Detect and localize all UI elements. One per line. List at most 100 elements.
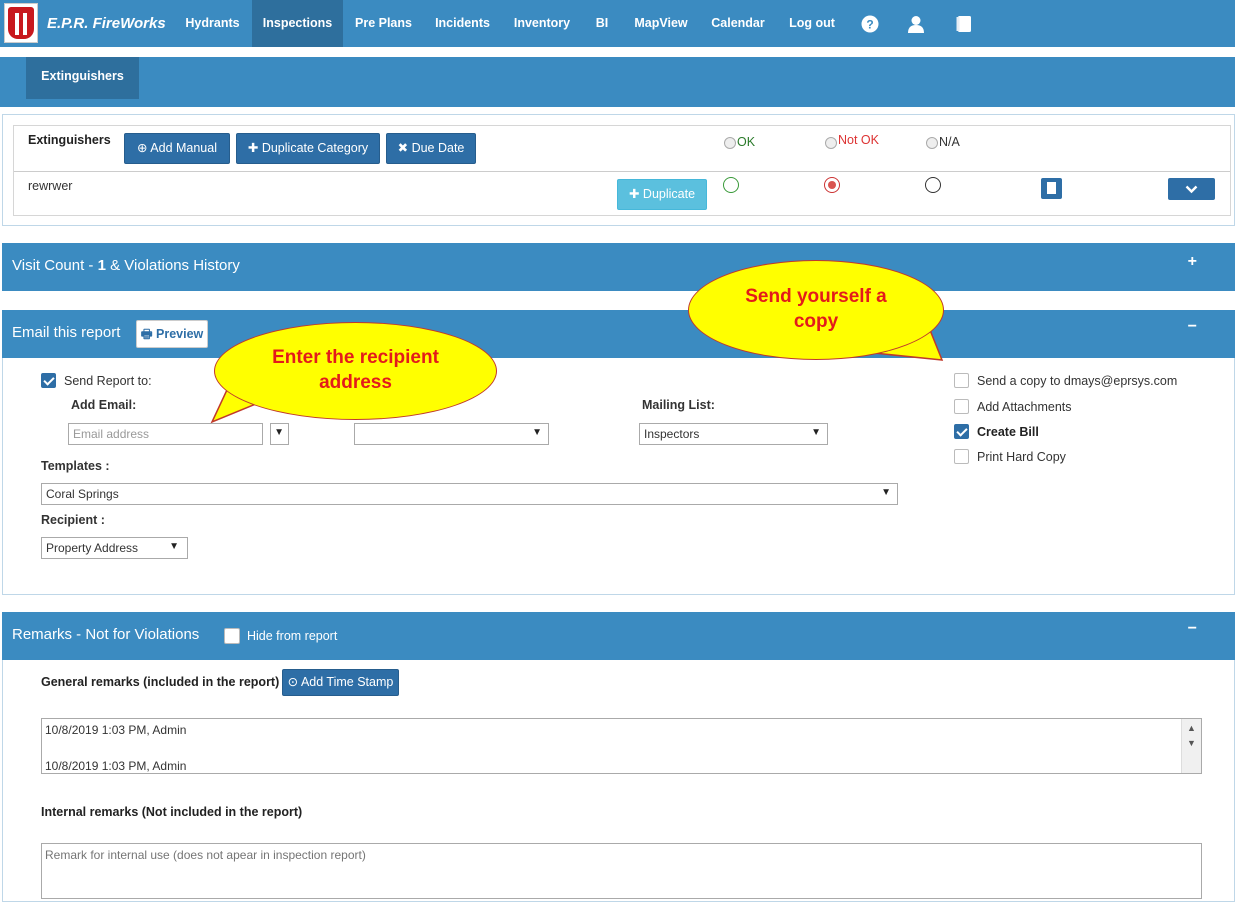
dropdown-arrow-icon: ▼ xyxy=(274,427,284,438)
print-hard-copy-label: Print Hard Copy xyxy=(977,450,1066,464)
preview-button[interactable]: 🖶 Preview xyxy=(136,320,208,348)
send-copy-label: Send a copy to dmays@eprsys.com xyxy=(977,374,1178,388)
chevron-down-icon xyxy=(1185,185,1198,194)
logo-mark xyxy=(8,7,34,39)
row-na-radio[interactable] xyxy=(925,177,941,193)
due-date-button[interactable]: ✖ Due Date xyxy=(386,133,476,164)
clock-icon: ⊙ xyxy=(287,675,299,689)
callout-copy: Send yourself a copy xyxy=(688,260,944,360)
collapse-icon[interactable]: − xyxy=(1188,620,1197,638)
email-report-title: Email this report xyxy=(12,324,121,341)
row-ok-radio[interactable] xyxy=(723,177,739,193)
extinguishers-heading: Extinguishers xyxy=(28,133,111,147)
sub-navbar: Extinguishers xyxy=(0,57,1235,107)
plus-icon: ✚ xyxy=(628,187,640,201)
email-report-panel: Send Report to: Add Email: ▼ ▼ Mailing L… xyxy=(2,358,1235,595)
row-duplicate-button[interactable]: ✚ Duplicate xyxy=(617,179,707,210)
mailing-list-label: Mailing List: xyxy=(642,398,715,412)
na-all-radio[interactable] xyxy=(926,137,938,149)
internal-remarks-label: Internal remarks (Not included in the re… xyxy=(41,805,303,819)
email-report-bar: Email this report 🖶 Preview − xyxy=(2,310,1235,358)
nav-inspections[interactable]: Inspections xyxy=(252,0,343,47)
hide-from-report-checkbox[interactable] xyxy=(224,628,240,644)
general-remarks-textarea[interactable]: 10/8/2019 1:03 PM, Admin 10/8/2019 1:03 … xyxy=(41,718,1202,774)
templates-value: Coral Springs xyxy=(46,487,119,501)
close-icon: ✖ xyxy=(397,141,409,155)
dropdown-arrow-icon: ▼ xyxy=(169,541,179,552)
na-column-label: N/A xyxy=(939,135,960,149)
user-icon[interactable] xyxy=(907,15,925,33)
expand-icon[interactable]: + xyxy=(1188,253,1197,271)
top-navbar: E.P.R. FireWorks Hydrants Inspections Pr… xyxy=(0,0,1235,47)
printer-icon: 🖶 xyxy=(140,327,153,341)
help-icon[interactable]: ? xyxy=(861,15,879,33)
visit-count-prefix: Visit Count - xyxy=(12,257,98,274)
nav-logout[interactable]: Log out xyxy=(777,0,847,47)
extinguisher-row-name: rewrwer xyxy=(28,179,73,193)
nav-hydrants[interactable]: Hydrants xyxy=(176,0,249,47)
extinguishers-panel: Extinguishers ⊕ Add Manual ✚ Duplicate C… xyxy=(2,114,1235,226)
row-divider xyxy=(14,171,1230,172)
email-address-input[interactable] xyxy=(68,423,263,445)
row-duplicate-label: Duplicate xyxy=(642,187,696,201)
create-bill-label: Create Bill xyxy=(977,425,1039,439)
send-report-checkbox[interactable] xyxy=(41,373,56,388)
create-bill-checkbox[interactable] xyxy=(954,424,969,439)
ok-column-label: OK xyxy=(737,135,756,149)
scroll-up-icon[interactable]: ▲ xyxy=(1187,723,1196,733)
add-attachments-checkbox[interactable] xyxy=(954,399,969,414)
dropdown-arrow-icon: ▼ xyxy=(811,427,821,438)
visit-count-value: 1 xyxy=(97,257,106,274)
due-date-label: Due Date xyxy=(411,141,465,155)
secondary-dropdown[interactable]: ▼ xyxy=(354,423,549,445)
templates-label: Templates : xyxy=(41,459,110,473)
mailing-list-select[interactable]: Inspectors ▼ xyxy=(639,423,828,445)
remark-line: 10/8/2019 1:03 PM, Admin xyxy=(45,759,187,773)
hide-from-report-label: Hide from report xyxy=(247,629,338,643)
dropdown-arrow-icon: ▼ xyxy=(881,487,891,498)
visit-count-bar[interactable]: Visit Count - 1 & Violations History + xyxy=(2,243,1235,291)
templates-select[interactable]: Coral Springs ▼ xyxy=(41,483,898,505)
add-manual-button[interactable]: ⊕ Add Manual xyxy=(124,133,230,164)
scroll-down-icon[interactable]: ▼ xyxy=(1187,738,1196,748)
not-ok-all-radio[interactable] xyxy=(825,137,837,149)
callout-recipient-text: Enter the recipient address xyxy=(272,347,439,393)
not-ok-column-label: Not OK xyxy=(838,133,879,147)
remark-line: 10/8/2019 1:03 PM, Admin xyxy=(45,723,187,737)
document-icon[interactable] xyxy=(1041,178,1062,199)
recipient-label: Recipient : xyxy=(41,513,105,527)
internal-remarks-textarea[interactable] xyxy=(41,843,1202,899)
ok-all-radio[interactable] xyxy=(724,137,736,149)
email-type-dropdown[interactable]: ▼ xyxy=(270,423,289,445)
book-icon[interactable] xyxy=(955,15,973,33)
expand-row-button[interactable] xyxy=(1168,178,1215,200)
nav-pre-plans[interactable]: Pre Plans xyxy=(345,0,422,47)
nav-bi[interactable]: BI xyxy=(583,0,621,47)
extinguishers-table: Extinguishers ⊕ Add Manual ✚ Duplicate C… xyxy=(13,125,1231,216)
nav-calendar[interactable]: Calendar xyxy=(701,0,775,47)
visit-count-title: Visit Count - 1 & Violations History xyxy=(12,257,240,274)
add-attachments-label: Add Attachments xyxy=(977,400,1072,414)
brand-name[interactable]: E.P.R. FireWorks xyxy=(47,15,166,32)
nav-incidents[interactable]: Incidents xyxy=(424,0,501,47)
add-time-stamp-button[interactable]: ⊙ Add Time Stamp xyxy=(282,669,399,696)
remarks-panel: General remarks (included in the report)… xyxy=(2,660,1235,902)
nav-mapview[interactable]: MapView xyxy=(623,0,699,47)
visit-count-suffix: & Violations History xyxy=(105,257,240,274)
duplicate-category-label: Duplicate Category xyxy=(261,141,369,155)
recipient-select[interactable]: Property Address ▼ xyxy=(41,537,188,559)
collapse-icon[interactable]: − xyxy=(1188,318,1197,336)
preview-label: Preview xyxy=(156,327,204,341)
print-hard-copy-checkbox[interactable] xyxy=(954,449,969,464)
tab-extinguishers[interactable]: Extinguishers xyxy=(26,57,139,99)
callout-copy-text: Send yourself a copy xyxy=(745,286,887,332)
plus-circle-icon: ⊕ xyxy=(137,141,148,155)
nav-inventory[interactable]: Inventory xyxy=(503,0,581,47)
svg-text:?: ? xyxy=(866,18,873,32)
mailing-list-value: Inspectors xyxy=(644,427,700,441)
send-copy-checkbox[interactable] xyxy=(954,373,969,388)
scrollbar[interactable]: ▲ ▼ xyxy=(1181,719,1201,773)
row-not-ok-radio[interactable] xyxy=(824,177,840,193)
duplicate-category-button[interactable]: ✚ Duplicate Category xyxy=(236,133,380,164)
app-logo[interactable] xyxy=(4,3,38,43)
